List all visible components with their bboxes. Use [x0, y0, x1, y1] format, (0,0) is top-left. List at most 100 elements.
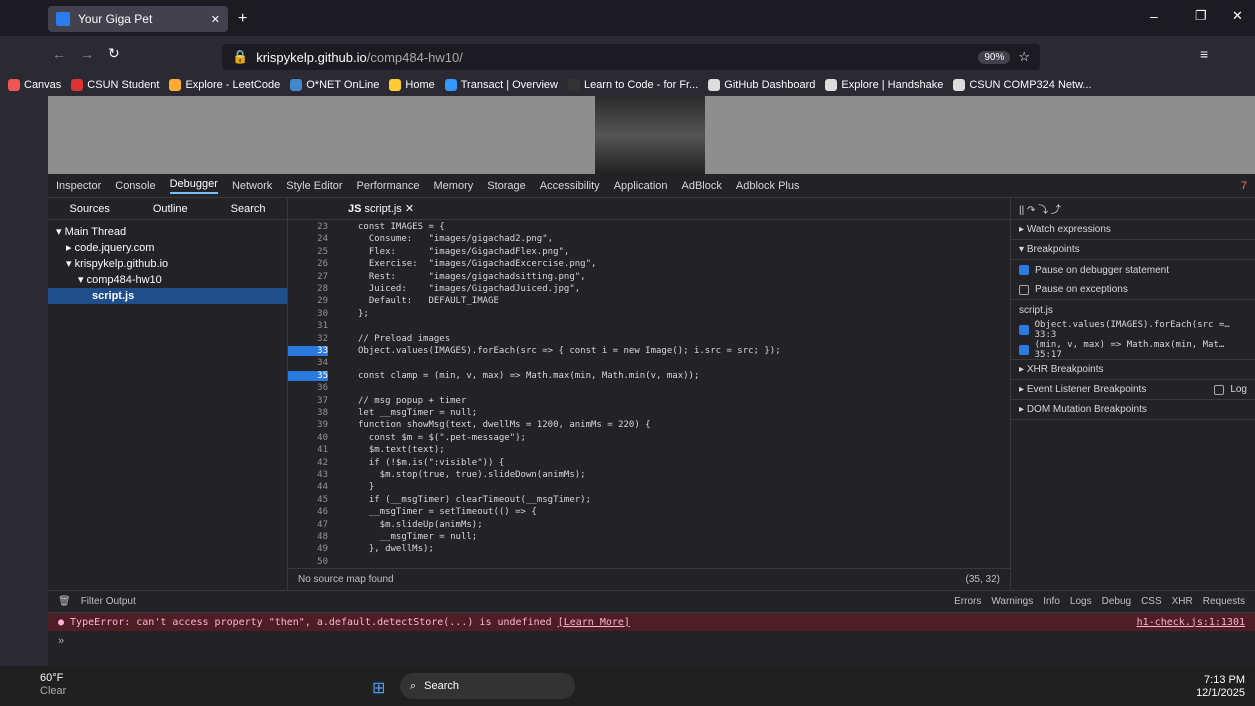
xhr-breakpoints[interactable]: ▸ XHR Breakpoints — [1011, 360, 1255, 380]
bookmark[interactable]: CSUN COMP324 Netw... — [953, 79, 1092, 91]
error-source-link[interactable]: h1-check.js:1:1301 — [1137, 617, 1245, 628]
bookmark[interactable]: CSUN Student — [71, 79, 159, 91]
star-icon[interactable]: ☆ — [1018, 49, 1030, 65]
line-number[interactable]: 40 — [288, 433, 328, 443]
console-input[interactable]: » — [48, 631, 1255, 651]
tab-sources[interactable]: Sources — [69, 203, 109, 215]
line-number[interactable]: 34 — [288, 358, 328, 368]
tree-item-selected[interactable]: script.js — [48, 288, 287, 304]
tab-network[interactable]: Network — [232, 180, 272, 192]
filter-logs[interactable]: Logs — [1070, 596, 1092, 607]
url-bar[interactable]: 🔒 krispykelp.github.io/comp484-hw10/ 90%… — [222, 44, 1040, 70]
bookmark[interactable]: GitHub Dashboard — [708, 79, 815, 91]
tab-accessibility[interactable]: Accessibility — [540, 180, 600, 192]
line-number[interactable]: 41 — [288, 445, 328, 455]
line-number[interactable]: 38 — [288, 408, 328, 418]
line-number[interactable]: 47 — [288, 520, 328, 530]
filter-css[interactable]: CSS — [1141, 596, 1162, 607]
line-number[interactable]: 33 — [288, 346, 328, 356]
line-number[interactable]: 27 — [288, 272, 328, 282]
line-number[interactable]: 30 — [288, 309, 328, 319]
tree-item[interactable]: ▾ Main Thread — [48, 224, 287, 240]
line-number[interactable]: 50 — [288, 557, 328, 567]
breakpoints-header[interactable]: ▾ Breakpoints — [1011, 240, 1255, 260]
tree-item[interactable]: ▸ code.jquery.com — [48, 240, 287, 256]
code-lines[interactable]: 23 const IMAGES = {24 Consume: "images/gi… — [288, 220, 1010, 568]
tab-debugger[interactable]: Debugger — [169, 178, 218, 194]
tab-search[interactable]: Search — [231, 203, 266, 215]
taskbar-search[interactable]: ⌕ Search — [400, 673, 575, 699]
restore-icon[interactable]: ❐ — [1195, 8, 1207, 24]
tab-application[interactable]: Application — [614, 180, 668, 192]
dom-mutation-breakpoints[interactable]: ▸ DOM Mutation Breakpoints — [1011, 400, 1255, 420]
console-error[interactable]: ● TypeError: can't access property "then… — [48, 613, 1255, 631]
reload-icon[interactable]: ↻ — [108, 45, 120, 62]
line-number[interactable]: 25 — [288, 247, 328, 257]
bookmark[interactable]: Transact | Overview — [444, 79, 558, 91]
tab-storage[interactable]: Storage — [487, 180, 526, 192]
tab-console[interactable]: Console — [115, 180, 155, 192]
line-number[interactable]: 37 — [288, 396, 328, 406]
line-number[interactable]: 46 — [288, 507, 328, 517]
tab-performance[interactable]: Performance — [357, 180, 420, 192]
line-number[interactable]: 26 — [288, 259, 328, 269]
bookmark[interactable]: Explore - LeetCode — [169, 79, 280, 91]
line-number[interactable]: 29 — [288, 296, 328, 306]
tab-adblock-plus[interactable]: Adblock Plus — [736, 180, 800, 192]
forward-icon[interactable]: → — [80, 46, 94, 62]
line-number[interactable]: 24 — [288, 234, 328, 244]
bookmark[interactable]: O*NET OnLine — [290, 79, 379, 91]
tab-style-editor[interactable]: Style Editor — [286, 180, 342, 192]
watch-expressions[interactable]: ▸ Watch expressions — [1011, 220, 1255, 240]
tab-memory[interactable]: Memory — [434, 180, 474, 192]
line-number[interactable]: 36 — [288, 383, 328, 393]
tree-item[interactable]: ▾ comp484-hw10 — [48, 272, 287, 288]
tab-outline[interactable]: Outline — [153, 203, 188, 215]
trash-icon[interactable]: 🗑 — [58, 596, 71, 607]
line-number[interactable]: 48 — [288, 532, 328, 542]
line-number[interactable]: 49 — [288, 544, 328, 554]
windows-start-icon[interactable]: ⊞ — [372, 678, 385, 698]
line-number[interactable]: 31 — [288, 321, 328, 331]
filter-xhr[interactable]: XHR — [1172, 596, 1193, 607]
pause-on-exceptions[interactable]: Pause on exceptions — [1011, 280, 1255, 300]
menu-icon[interactable]: ≡ — [1200, 46, 1208, 62]
filter-requests[interactable]: Requests — [1203, 596, 1245, 607]
line-number[interactable]: 39 — [288, 420, 328, 430]
bookmark[interactable]: Home — [389, 79, 435, 91]
new-tab-icon[interactable]: + — [238, 10, 247, 28]
breakpoint-item[interactable]: (min, v, max) => Math.max(min, Mat… 35:1… — [1011, 340, 1255, 360]
debug-controls[interactable]: || ↷ ⤵ ⤴ — [1011, 198, 1255, 220]
back-icon[interactable]: ← — [52, 46, 66, 62]
line-number[interactable]: 42 — [288, 458, 328, 468]
bookmark[interactable]: Canvas — [8, 79, 61, 91]
tree-item[interactable]: ▾ krispykelp.github.io — [48, 256, 287, 272]
line-number[interactable]: 32 — [288, 334, 328, 344]
bookmark[interactable]: Learn to Code - for Fr... — [567, 79, 698, 91]
filter-warnings[interactable]: Warnings — [991, 596, 1033, 607]
error-count-badge[interactable]: 7 — [1241, 180, 1247, 192]
line-number[interactable]: 44 — [288, 482, 328, 492]
tab-inspector[interactable]: Inspector — [56, 180, 101, 192]
close-tab-icon[interactable]: ✕ — [211, 13, 220, 26]
filter-input[interactable]: Filter Output — [81, 596, 136, 607]
browser-tab[interactable]: Your Giga Pet ✕ — [48, 6, 228, 32]
line-number[interactable]: 28 — [288, 284, 328, 294]
bookmark[interactable]: Explore | Handshake — [825, 79, 943, 91]
minimize-icon[interactable]: – — [1150, 8, 1158, 24]
tab-adblock[interactable]: AdBlock — [682, 180, 722, 192]
line-number[interactable]: 23 — [288, 222, 328, 232]
close-window-icon[interactable]: ✕ — [1232, 8, 1243, 24]
line-number[interactable]: 45 — [288, 495, 328, 505]
pause-on-debugger[interactable]: Pause on debugger statement — [1011, 260, 1255, 280]
filter-info[interactable]: Info — [1043, 596, 1060, 607]
editor-tab[interactable]: JS script.js ✕ — [348, 202, 414, 215]
event-listener-breakpoints[interactable]: ▸ Event Listener Breakpoints Log — [1011, 380, 1255, 400]
breakpoint-item[interactable]: Object.values(IMAGES).forEach(src =… 33:… — [1011, 320, 1255, 340]
line-number[interactable]: 35 — [288, 370, 328, 381]
line-number[interactable]: 43 — [288, 470, 328, 480]
zoom-level[interactable]: 90% — [978, 50, 1011, 64]
filter-debug[interactable]: Debug — [1102, 596, 1131, 607]
learn-more-link[interactable]: [Learn More] — [558, 617, 630, 628]
filter-errors[interactable]: Errors — [954, 596, 981, 607]
